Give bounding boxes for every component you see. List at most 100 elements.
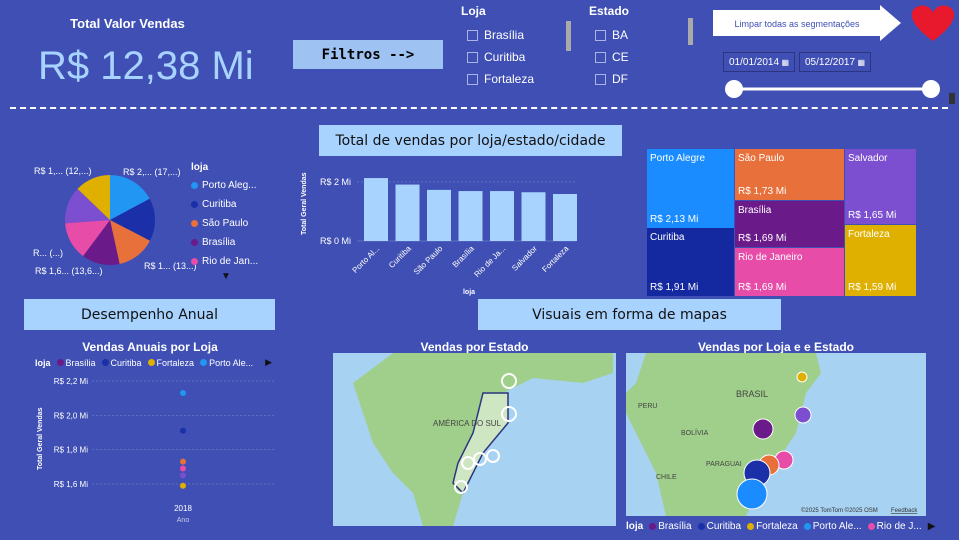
clear-filters-button[interactable]: Limpar todas as segmentações xyxy=(712,4,902,42)
checkbox[interactable] xyxy=(595,29,606,41)
scatter-point[interactable] xyxy=(180,482,186,489)
legend-item[interactable]: São Paulo xyxy=(191,214,258,233)
bar[interactable] xyxy=(458,191,483,241)
y-tick-label: R$ 2 Mi xyxy=(320,177,351,187)
slider-handle-end[interactable] xyxy=(922,80,940,98)
map-bubble[interactable] xyxy=(752,418,774,440)
treemap-cell[interactable]: Brasília R$ 1,69 Mi xyxy=(735,201,844,247)
checkbox[interactable] xyxy=(467,51,478,63)
scatter-point[interactable] xyxy=(180,390,186,397)
pie-label: R$ 2,... (17,...) xyxy=(123,167,181,177)
map-state[interactable]: AMÉRICA DO SUL xyxy=(333,353,616,526)
x-axis-label: loja xyxy=(463,289,475,296)
heart-icon[interactable] xyxy=(907,4,959,42)
treemap-cell-value: R$ 1,91 Mi xyxy=(650,282,699,293)
legend-item[interactable]: Brasília xyxy=(191,233,258,252)
treemap-cell-label: Fortaleza xyxy=(848,229,890,240)
calendar-icon[interactable]: ▦ xyxy=(857,58,865,67)
clear-filters-label: Limpar todas as segmentações xyxy=(734,19,860,29)
map-bubble[interactable] xyxy=(486,449,500,463)
legend-next-icon[interactable]: ▶ xyxy=(928,521,936,532)
x-tick-label: Porto Al... xyxy=(351,244,382,275)
pie-label: R$ 1,6... (13,6...) xyxy=(35,266,103,276)
checkbox[interactable] xyxy=(595,51,606,63)
y-tick-label: R$ 0 Mi xyxy=(320,236,351,246)
x-axis-label: Ano xyxy=(177,517,190,524)
map-bubble[interactable] xyxy=(794,406,812,424)
bar-chart: R$ 2 Mi R$ 0 Mi Total Geral Vendas loja Port… xyxy=(301,172,577,296)
legend-more-icon[interactable]: ▼ xyxy=(221,271,258,282)
legend-item[interactable]: Porto Aleg... xyxy=(191,176,258,195)
treemap-cell[interactable]: Rio de Janeiro R$ 1,69 Mi xyxy=(735,248,844,296)
slicer-loja-title: Loja xyxy=(461,4,486,18)
page-scrollbar[interactable] xyxy=(949,93,955,104)
treemap-cell[interactable]: Curitiba R$ 1,91 Mi xyxy=(647,228,734,296)
slicer-loja-item[interactable]: Fortaleza xyxy=(467,68,534,90)
map-store[interactable]: BRASIL PERU BOLÍVIA PARAGUAI CHILE ©2025… xyxy=(626,353,926,516)
x-tick-label: Salvador xyxy=(510,244,539,273)
bar[interactable] xyxy=(521,192,546,241)
slider-handle-start[interactable] xyxy=(725,80,743,98)
treemap-cell[interactable]: Porto Alegre R$ 2,13 Mi xyxy=(647,149,734,228)
map-bubble[interactable] xyxy=(796,371,808,383)
map-label: CHILE xyxy=(656,474,677,481)
map-bubble[interactable] xyxy=(736,478,768,510)
bar[interactable] xyxy=(395,184,420,241)
treemap: Porto Alegre R$ 2,13 Mi Curitiba R$ 1,91 Mi… xyxy=(647,149,916,296)
checkbox[interactable] xyxy=(467,73,478,85)
bar[interactable] xyxy=(490,191,514,241)
scatter-point[interactable] xyxy=(180,465,186,472)
date-to-input[interactable]: 05/12/2017 ▦ xyxy=(799,52,871,72)
legend-item[interactable]: Brasília xyxy=(56,358,96,368)
divider xyxy=(10,107,948,109)
section-title-annual: Desempenho Anual xyxy=(24,299,275,330)
treemap-cell[interactable]: Fortaleza R$ 1,59 Mi xyxy=(845,225,916,296)
slicer-estado-scrollbar[interactable] xyxy=(688,18,693,45)
slicer-estado-item[interactable]: DF xyxy=(595,68,629,90)
checkbox[interactable] xyxy=(595,73,606,85)
slicer-loja-item[interactable]: Brasília xyxy=(467,24,534,46)
treemap-cell-value: R$ 1,69 Mi xyxy=(738,282,787,293)
map-feedback-link[interactable]: Feedback xyxy=(891,508,918,514)
calendar-icon[interactable]: ▦ xyxy=(781,58,789,67)
treemap-cell-value: R$ 1,69 Mi xyxy=(738,233,787,244)
treemap-cell[interactable]: São Paulo R$ 1,73 Mi xyxy=(735,149,844,200)
legend-next-icon[interactable]: ▶ xyxy=(265,357,272,368)
legend-item[interactable]: Fortaleza xyxy=(147,358,194,368)
legend-item[interactable]: Brasília xyxy=(649,521,692,532)
legend-item[interactable]: Fortaleza xyxy=(747,521,798,532)
slicer-estado-item[interactable]: CE xyxy=(595,46,629,68)
map-label: PARAGUAI xyxy=(706,461,742,468)
bar[interactable] xyxy=(427,189,451,241)
legend-item[interactable]: Porto Ale... xyxy=(200,358,253,368)
legend-item[interactable]: Rio de Jan... xyxy=(191,252,258,271)
y-tick-label: R$ 2,0 Mi xyxy=(54,411,88,420)
bar[interactable] xyxy=(364,178,388,241)
scatter-point[interactable] xyxy=(180,427,186,434)
legend-item[interactable]: Curitiba xyxy=(697,521,741,532)
treemap-cell-value: R$ 1,73 Mi xyxy=(738,186,787,197)
legend-item[interactable]: Rio de J... xyxy=(867,521,922,532)
slicer-loja-item[interactable]: Curitiba xyxy=(467,46,534,68)
map-label: PERU xyxy=(638,403,657,410)
treemap-cell[interactable]: Salvador R$ 1,65 Mi xyxy=(845,149,916,224)
filters-button[interactable]: Filtros --> xyxy=(293,40,443,69)
treemap-cell-label: Porto Alegre xyxy=(650,153,706,164)
map-label: BRASIL xyxy=(736,389,768,399)
legend-item[interactable]: Curitiba xyxy=(101,358,142,368)
treemap-cell-value: R$ 1,65 Mi xyxy=(848,210,897,221)
bar[interactable] xyxy=(553,194,577,241)
legend-item[interactable]: Porto Ale... xyxy=(803,521,862,532)
checkbox[interactable] xyxy=(467,29,478,41)
scatter-point[interactable] xyxy=(180,458,186,465)
date-from-input[interactable]: 01/01/2014 ▦ xyxy=(723,52,795,72)
scatter-point[interactable] xyxy=(180,472,186,479)
slicer-loja-scrollbar[interactable] xyxy=(566,21,571,51)
treemap-cell-value: R$ 2,13 Mi xyxy=(650,214,699,225)
annual-chart-title: Vendas Anuais por Loja xyxy=(82,340,218,354)
legend-dot xyxy=(191,258,198,265)
legend-item[interactable]: Curitiba xyxy=(191,195,258,214)
date-range-slider[interactable] xyxy=(722,76,944,102)
slicer-estado-item[interactable]: BA xyxy=(595,24,629,46)
pie-label: R$ 1,... (12,...) xyxy=(34,166,92,176)
